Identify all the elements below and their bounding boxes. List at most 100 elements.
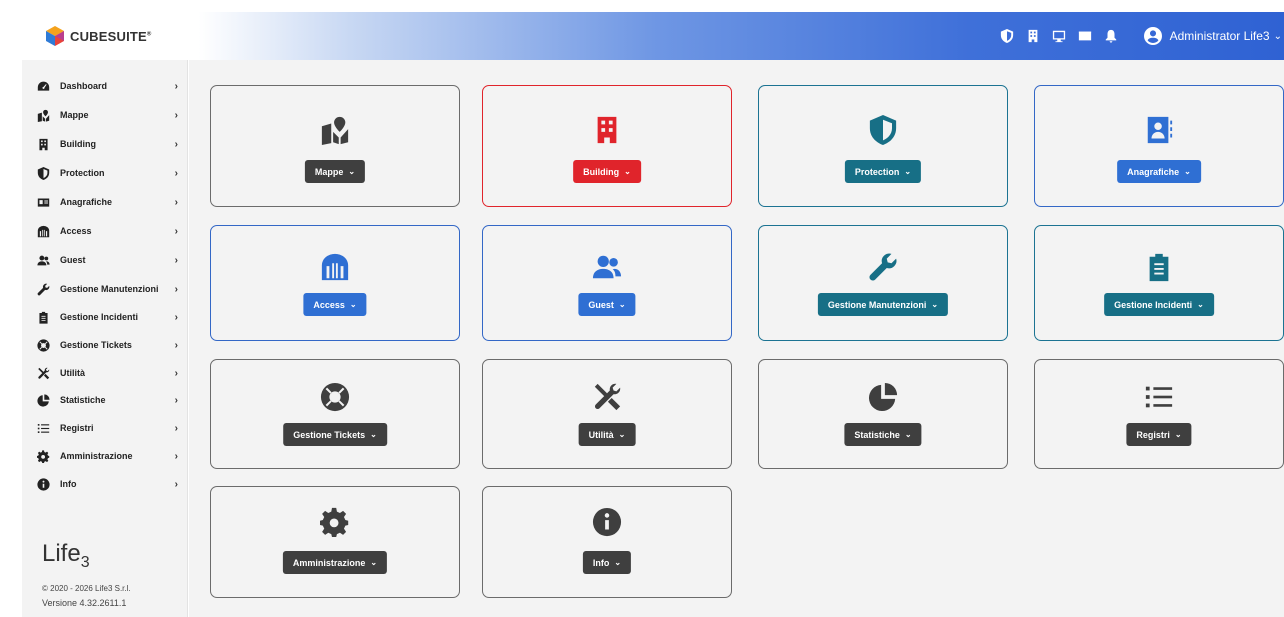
card-statistiche[interactable]: Statistiche ⌄ [758, 359, 1008, 469]
id-card-icon [36, 195, 50, 209]
chevron-right-icon: › [174, 109, 178, 121]
map-icon [36, 108, 50, 122]
shield-icon[interactable] [1000, 29, 1014, 43]
sidebar-item-label: Protection [60, 168, 105, 178]
chevron-down-icon: ⌄ [1184, 167, 1191, 176]
sidebar-item-anagrafiche[interactable]: Anagrafiche › [22, 192, 188, 212]
clipboard-icon [1035, 252, 1283, 282]
bell-icon[interactable] [1104, 29, 1118, 43]
sidebar-item-dashboard[interactable]: Dashboard › [22, 76, 188, 96]
logo-text: CUBESUITE® [70, 28, 152, 44]
sidebar: Dashboard › Mappe › Building › Protectio… [22, 60, 188, 617]
sidebar-item-label: Amministrazione [60, 451, 133, 461]
chevron-right-icon: › [174, 167, 178, 179]
tools-icon [36, 366, 50, 380]
card-anagrafiche[interactable]: Anagrafiche ⌄ [1034, 85, 1284, 207]
sidebar-item-label: Access [60, 226, 92, 236]
gestione-tickets-dropdown-button[interactable]: Gestione Tickets ⌄ [283, 423, 387, 446]
sidebar-item-label: Guest [60, 255, 86, 265]
clipboard-icon [36, 310, 50, 324]
chevron-down-icon: ⌄ [370, 558, 378, 567]
sidebar-item-label: Gestione Tickets [60, 340, 132, 350]
list-icon [1035, 382, 1283, 412]
utilita-dropdown-button[interactable]: Utilità ⌄ [578, 423, 636, 446]
sidebar-item-statistiche[interactable]: Statistiche › [22, 390, 188, 410]
building-dropdown-button[interactable]: Building ⌄ [573, 160, 641, 183]
chevron-down-icon: ⌄ [624, 167, 631, 176]
chevron-right-icon: › [174, 339, 178, 351]
registri-dropdown-button[interactable]: Registri ⌄ [1126, 423, 1192, 446]
gate-icon [211, 252, 459, 282]
gestione-manutenzioni-dropdown-button[interactable]: Gestione Manutenzioni ⌄ [817, 293, 949, 316]
chevron-right-icon: › [174, 450, 178, 462]
chevron-down-icon: ⌄ [618, 430, 626, 439]
info-dropdown-button[interactable]: Info ⌄ [582, 551, 632, 574]
envelope-icon[interactable] [1078, 29, 1092, 43]
card-gestione-incidenti[interactable]: Gestione Incidenti ⌄ [1034, 225, 1284, 341]
sidebar-item-gestione-manutenzioni[interactable]: Gestione Manutenzioni › [22, 279, 188, 299]
card-gestione-manutenzioni[interactable]: Gestione Manutenzioni ⌄ [758, 225, 1008, 341]
sidebar-item-registri[interactable]: Registri › [22, 418, 188, 438]
monitor-icon[interactable] [1052, 29, 1066, 43]
card-gestione-tickets[interactable]: Gestione Tickets ⌄ [210, 359, 460, 469]
card-guest[interactable]: Guest ⌄ [482, 225, 732, 341]
card-building[interactable]: Building ⌄ [482, 85, 732, 207]
logo[interactable]: CUBESUITE® [44, 25, 152, 47]
chevron-right-icon: › [174, 254, 178, 266]
wrench-icon [36, 282, 50, 296]
chevron-right-icon: › [174, 422, 178, 434]
version-text: Versione 4.32.2611.1 [42, 598, 127, 608]
chevron-right-icon: › [174, 394, 178, 406]
chevron-right-icon: › [174, 225, 178, 237]
card-amministrazione[interactable]: Amministrazione ⌄ [210, 486, 460, 598]
card-info[interactable]: Info ⌄ [482, 486, 732, 598]
card-registri[interactable]: Registri ⌄ [1034, 359, 1284, 469]
user-menu[interactable]: Administrator Life3 ⌄ [1143, 27, 1284, 45]
gestione-incidenti-dropdown-button[interactable]: Gestione Incidenti ⌄ [1104, 293, 1214, 316]
sidebar-item-access[interactable]: Access › [22, 221, 188, 241]
copyright-text: © 2020 - 2026 Life3 S.r.l. [42, 584, 131, 593]
chevron-right-icon: › [174, 138, 178, 150]
sidebar-item-utilita[interactable]: Utilità › [22, 363, 188, 383]
protection-dropdown-button[interactable]: Protection ⌄ [844, 160, 922, 183]
building-icon [483, 115, 731, 145]
sidebar-item-guest[interactable]: Guest › [22, 250, 188, 270]
amministrazione-dropdown-button[interactable]: Amministrazione ⌄ [282, 551, 388, 574]
info-icon [36, 477, 50, 491]
dashboard-icon [36, 79, 50, 93]
card-utilita[interactable]: Utilità ⌄ [482, 359, 732, 469]
sidebar-item-amministrazione[interactable]: Amministrazione › [22, 446, 188, 466]
chevron-down-icon: ⌄ [931, 300, 939, 309]
sidebar-item-protection[interactable]: Protection › [22, 163, 188, 183]
sidebar-item-label: Building [60, 139, 96, 149]
chevron-down-icon: ⌄ [349, 300, 357, 309]
access-dropdown-button[interactable]: Access ⌄ [303, 293, 367, 316]
sidebar-item-label: Statistiche [60, 395, 106, 405]
gear-icon [211, 507, 459, 537]
top-icons: Administrator Life3 ⌄ [988, 12, 1284, 60]
module-grid: Mappe ⌄ Building ⌄ Protection ⌄ Anagrafiche… [189, 60, 1284, 617]
sidebar-item-building[interactable]: Building › [22, 134, 188, 154]
building-icon[interactable] [1026, 29, 1040, 43]
life-ring-icon [211, 382, 459, 412]
list-icon [36, 421, 50, 435]
sidebar-item-label: Mappe [60, 110, 89, 120]
guest-dropdown-button[interactable]: Guest ⌄ [578, 293, 636, 316]
id-card-icon [1035, 115, 1283, 145]
sidebar-item-gestione-incidenti[interactable]: Gestione Incidenti › [22, 307, 188, 327]
gear-icon [36, 449, 50, 463]
chevron-right-icon: › [174, 367, 178, 379]
users-icon [36, 253, 50, 267]
sidebar-item-mappe[interactable]: Mappe › [22, 105, 188, 125]
mappe-dropdown-button[interactable]: Mappe ⌄ [304, 160, 366, 183]
statistiche-dropdown-button[interactable]: Statistiche ⌄ [844, 423, 922, 446]
chevron-down-icon: ⌄ [904, 430, 912, 439]
card-protection[interactable]: Protection ⌄ [758, 85, 1008, 207]
card-mappe[interactable]: Mappe ⌄ [210, 85, 460, 207]
card-access[interactable]: Access ⌄ [210, 225, 460, 341]
life-ring-icon [36, 338, 50, 352]
sidebar-item-info[interactable]: Info › [22, 474, 188, 494]
chevron-right-icon: › [174, 478, 178, 490]
anagrafiche-dropdown-button[interactable]: Anagrafiche ⌄ [1117, 160, 1201, 183]
sidebar-item-gestione-tickets[interactable]: Gestione Tickets › [22, 335, 188, 355]
